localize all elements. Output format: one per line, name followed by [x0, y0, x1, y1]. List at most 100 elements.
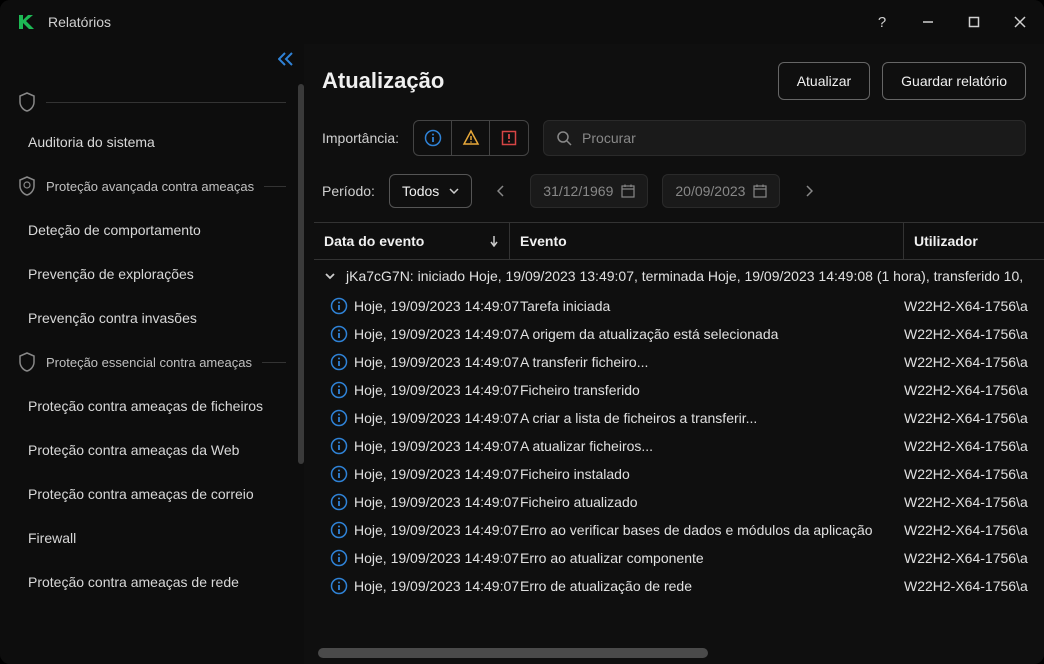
severity-critical-button[interactable]: [490, 121, 528, 155]
table-row[interactable]: Hoje, 19/09/2023 14:49:07A origem da atu…: [314, 320, 1044, 348]
period-row: Período: Todos 31/12/1969 20/09/2023: [310, 164, 1044, 222]
column-header-user[interactable]: Utilizador: [904, 223, 1044, 259]
help-button[interactable]: ?: [870, 10, 894, 34]
info-icon: [324, 381, 354, 399]
sidebar-item-exploit-prevention[interactable]: Prevenção de explorações: [0, 252, 304, 296]
table-row[interactable]: Hoje, 19/09/2023 14:49:07A atualizar fic…: [314, 432, 1044, 460]
date-to-field[interactable]: 20/09/2023: [662, 174, 780, 208]
column-header-event[interactable]: Evento: [510, 223, 904, 259]
close-button[interactable]: [1008, 10, 1032, 34]
severity-info-button[interactable]: [414, 121, 452, 155]
cell-user: W22H2-X64-1756\a: [904, 522, 1044, 538]
cell-user: W22H2-X64-1756\a: [904, 410, 1044, 426]
table-row[interactable]: Hoje, 19/09/2023 14:49:07A criar a lista…: [314, 404, 1044, 432]
sidebar-group-essential-threat[interactable]: Proteção essencial contra ameaças: [0, 340, 304, 384]
search-icon: [556, 130, 572, 146]
table-row[interactable]: Hoje, 19/09/2023 14:49:07Erro ao verific…: [314, 516, 1044, 544]
period-dropdown[interactable]: Todos: [389, 174, 472, 208]
date-next-button[interactable]: [794, 176, 824, 206]
search-box[interactable]: [543, 120, 1026, 156]
sidebar-item-web-threat[interactable]: Proteção contra ameaças da Web: [0, 428, 304, 472]
divider: [264, 186, 286, 187]
maximize-button[interactable]: [962, 10, 986, 34]
cell-user: W22H2-X64-1756\a: [904, 578, 1044, 594]
info-icon: [324, 549, 354, 567]
date-to-value: 20/09/2023: [675, 183, 745, 199]
table-row[interactable]: Hoje, 19/09/2023 14:49:07Ficheiro atuali…: [314, 488, 1044, 516]
divider: [46, 102, 286, 103]
cell-date: Hoje, 19/09/2023 14:49:07: [354, 382, 520, 398]
period-dropdown-value: Todos: [402, 183, 439, 199]
importance-label: Importância:: [322, 130, 399, 146]
events-table: Data do evento Evento Utilizador jKa7cG7…: [310, 222, 1044, 664]
cell-event: Erro ao verificar bases de dados e módul…: [520, 522, 904, 538]
shield-icon: [18, 92, 36, 112]
sidebar-group-advanced-threat[interactable]: Proteção avançada contra ameaças: [0, 164, 304, 208]
cell-date: Hoje, 19/09/2023 14:49:07: [354, 438, 520, 454]
info-icon: [324, 577, 354, 595]
app-logo-icon: [16, 12, 36, 32]
refresh-button[interactable]: Atualizar: [778, 62, 870, 100]
cell-event: Ficheiro instalado: [520, 466, 904, 482]
minimize-button[interactable]: [916, 10, 940, 34]
cell-user: W22H2-X64-1756\a: [904, 438, 1044, 454]
cell-event: A origem da atualização está selecionada: [520, 326, 904, 342]
chevron-down-icon: [449, 188, 459, 194]
sidebar-item-system-audit[interactable]: Auditoria do sistema: [0, 120, 304, 164]
severity-warning-button[interactable]: [452, 121, 490, 155]
cell-date: Hoje, 19/09/2023 14:49:07: [354, 494, 520, 510]
table-row[interactable]: Hoje, 19/09/2023 14:49:07Erro ao atualiz…: [314, 544, 1044, 572]
table-row[interactable]: Hoje, 19/09/2023 14:49:07Ficheiro transf…: [314, 376, 1044, 404]
cell-user: W22H2-X64-1756\a: [904, 298, 1044, 314]
horizontal-scrollbar-track[interactable]: [318, 648, 1040, 658]
cell-event: Tarefa iniciada: [520, 298, 904, 314]
column-header-date[interactable]: Data do evento: [314, 223, 510, 259]
table-row[interactable]: Hoje, 19/09/2023 14:49:07Erro de atualiz…: [314, 572, 1044, 600]
app-window: Relatórios ?: [0, 0, 1044, 664]
cell-user: W22H2-X64-1756\a: [904, 382, 1044, 398]
period-label: Período:: [322, 183, 375, 199]
table-row[interactable]: Hoje, 19/09/2023 14:49:07Tarefa iniciada…: [314, 292, 1044, 320]
sidebar-item-file-threat[interactable]: Proteção contra ameaças de ficheiros: [0, 384, 304, 428]
sidebar-item-behavior-detection[interactable]: Deteção de comportamento: [0, 208, 304, 252]
horizontal-scrollbar-thumb[interactable]: [318, 648, 708, 658]
sidebar-scrollbar[interactable]: [298, 84, 304, 464]
divider: [262, 362, 286, 363]
date-from-field[interactable]: 31/12/1969: [530, 174, 648, 208]
calendar-icon: [621, 184, 635, 198]
table-row[interactable]: Hoje, 19/09/2023 14:49:07Ficheiro instal…: [314, 460, 1044, 488]
table-body: Hoje, 19/09/2023 14:49:07 Tarefa iniciada…: [314, 292, 1044, 646]
sidebar-list: Auditoria do sistema Proteção avançada c…: [0, 44, 304, 664]
cell-date: Hoje, 19/09/2023 14:49:07: [354, 354, 520, 370]
cell-event: Erro de atualização de rede: [520, 578, 904, 594]
cell-event: Ficheiro transferido: [520, 382, 904, 398]
info-icon: [324, 437, 354, 455]
cell-date: Hoje, 19/09/2023 14:49:07: [354, 578, 520, 594]
group-summary-row[interactable]: jKa7cG7N: iniciado Hoje, 19/09/2023 13:4…: [314, 260, 1044, 292]
main-panel: Atualização Atualizar Guardar relatório …: [304, 44, 1044, 664]
critical-icon: [501, 130, 517, 146]
cell-date: Hoje, 19/09/2023 14:49:07: [354, 466, 520, 482]
sort-desc-icon: [489, 235, 499, 247]
group-summary-text: jKa7cG7N: iniciado Hoje, 19/09/2023 13:4…: [346, 268, 1023, 284]
app-body: Auditoria do sistema Proteção avançada c…: [0, 44, 1044, 664]
table-header: Data do evento Evento Utilizador: [314, 222, 1044, 260]
table-row[interactable]: Hoje, 19/09/2023 14:49:07A transferir fi…: [314, 348, 1044, 376]
shield-icon: [18, 352, 36, 372]
sidebar-item-network-threat[interactable]: Proteção contra ameaças de rede: [0, 560, 304, 604]
cell-event: Ficheiro atualizado: [520, 494, 904, 510]
sidebar-item-firewall[interactable]: Firewall: [0, 516, 304, 560]
cell-event: A transferir ficheiro...: [520, 354, 904, 370]
severity-filter-group: [413, 120, 529, 156]
sidebar-group-label: Proteção avançada contra ameaças: [46, 179, 254, 194]
date-from-value: 31/12/1969: [543, 183, 613, 199]
info-icon: [424, 129, 442, 147]
sidebar-item-intrusion-prevention[interactable]: Prevenção contra invasões: [0, 296, 304, 340]
cell-user: W22H2-X64-1756\a: [904, 550, 1044, 566]
sidebar-item-mail-threat[interactable]: Proteção contra ameaças de correio: [0, 472, 304, 516]
info-icon: [324, 325, 354, 343]
save-report-button[interactable]: Guardar relatório: [882, 62, 1026, 100]
search-input[interactable]: [582, 130, 1013, 146]
cell-event: A criar a lista de ficheiros a transferi…: [520, 410, 904, 426]
date-prev-button[interactable]: [486, 176, 516, 206]
